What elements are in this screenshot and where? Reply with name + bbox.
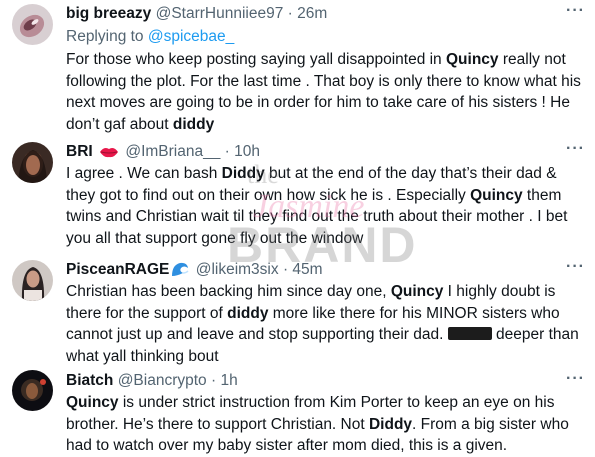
- display-name[interactable]: Biatch: [66, 372, 113, 389]
- more-options-icon[interactable]: ···: [566, 2, 585, 20]
- highlighted-keyword: Quincy: [66, 394, 119, 411]
- reply-to-link[interactable]: @spicebae_: [148, 28, 234, 45]
- timestamp[interactable]: 26m: [297, 5, 327, 22]
- timestamp[interactable]: 1h: [220, 372, 237, 389]
- wave-icon: [171, 261, 189, 283]
- highlighted-keyword: diddy: [227, 304, 269, 322]
- display-name[interactable]: BRI: [66, 143, 93, 160]
- redacted-word: [447, 327, 492, 341]
- avatar[interactable]: [12, 370, 53, 411]
- text-segment: For those who keep posting saying yall d…: [66, 51, 446, 68]
- tweet[interactable]: PisceanRAGE @likeim3six · 45m ··· Christ…: [0, 252, 595, 367]
- highlighted-keyword: Diddy: [221, 165, 265, 182]
- timestamp[interactable]: 45m: [292, 261, 322, 278]
- text-segment: Christian has been backing him since day…: [66, 283, 391, 300]
- highlighted-keyword: Quincy: [390, 283, 444, 300]
- display-name[interactable]: PisceanRAGE: [66, 261, 169, 278]
- user-handle[interactable]: @Biancrypto: [118, 372, 207, 389]
- highlighted-keyword: Quincy: [470, 186, 523, 204]
- lips-icon: [99, 145, 119, 165]
- separator-dot: ·: [210, 372, 217, 389]
- separator-dot: ·: [282, 261, 289, 278]
- user-handle[interactable]: @StarrHunniiee97: [156, 5, 284, 22]
- separator-dot: ·: [287, 5, 293, 22]
- display-name[interactable]: big breeazy: [66, 5, 151, 22]
- avatar[interactable]: [12, 142, 53, 183]
- reply-context: Replying to @spicebae_: [66, 27, 234, 47]
- text-segment: I agree . We can bash: [66, 165, 222, 182]
- tweet-text: Christian has been backing him since day…: [66, 281, 586, 367]
- replying-to-label: Replying to: [66, 28, 144, 45]
- highlighted-keyword: diddy: [172, 115, 215, 133]
- tweet-text: Quincy is under strict instruction from …: [66, 392, 586, 457]
- tweet[interactable]: Biatch @Biancrypto · 1h ··· Quincy is un…: [0, 366, 595, 456]
- highlighted-keyword: Diddy: [368, 415, 413, 433]
- more-options-icon[interactable]: ···: [566, 370, 585, 388]
- tweet[interactable]: big breeazy @StarrHunniiee97 · 26m ··· R…: [0, 0, 595, 133]
- highlighted-keyword: Quincy: [446, 51, 499, 68]
- more-options-icon[interactable]: ···: [566, 140, 585, 158]
- tweet-text: For those who keep posting saying yall d…: [66, 49, 586, 135]
- avatar[interactable]: [12, 4, 53, 45]
- separator-dot: ·: [224, 143, 230, 160]
- user-handle[interactable]: @likeim3six: [196, 261, 279, 278]
- tweet[interactable]: BRI @ImBriana__ · 10h ··· I agree . We c…: [0, 132, 595, 250]
- avatar[interactable]: [12, 260, 53, 301]
- user-handle[interactable]: @ImBriana__: [125, 143, 220, 160]
- timestamp[interactable]: 10h: [234, 143, 260, 160]
- more-options-icon[interactable]: ···: [566, 258, 585, 276]
- tweet-text: I agree . We can bash Diddy but at the e…: [66, 163, 586, 249]
